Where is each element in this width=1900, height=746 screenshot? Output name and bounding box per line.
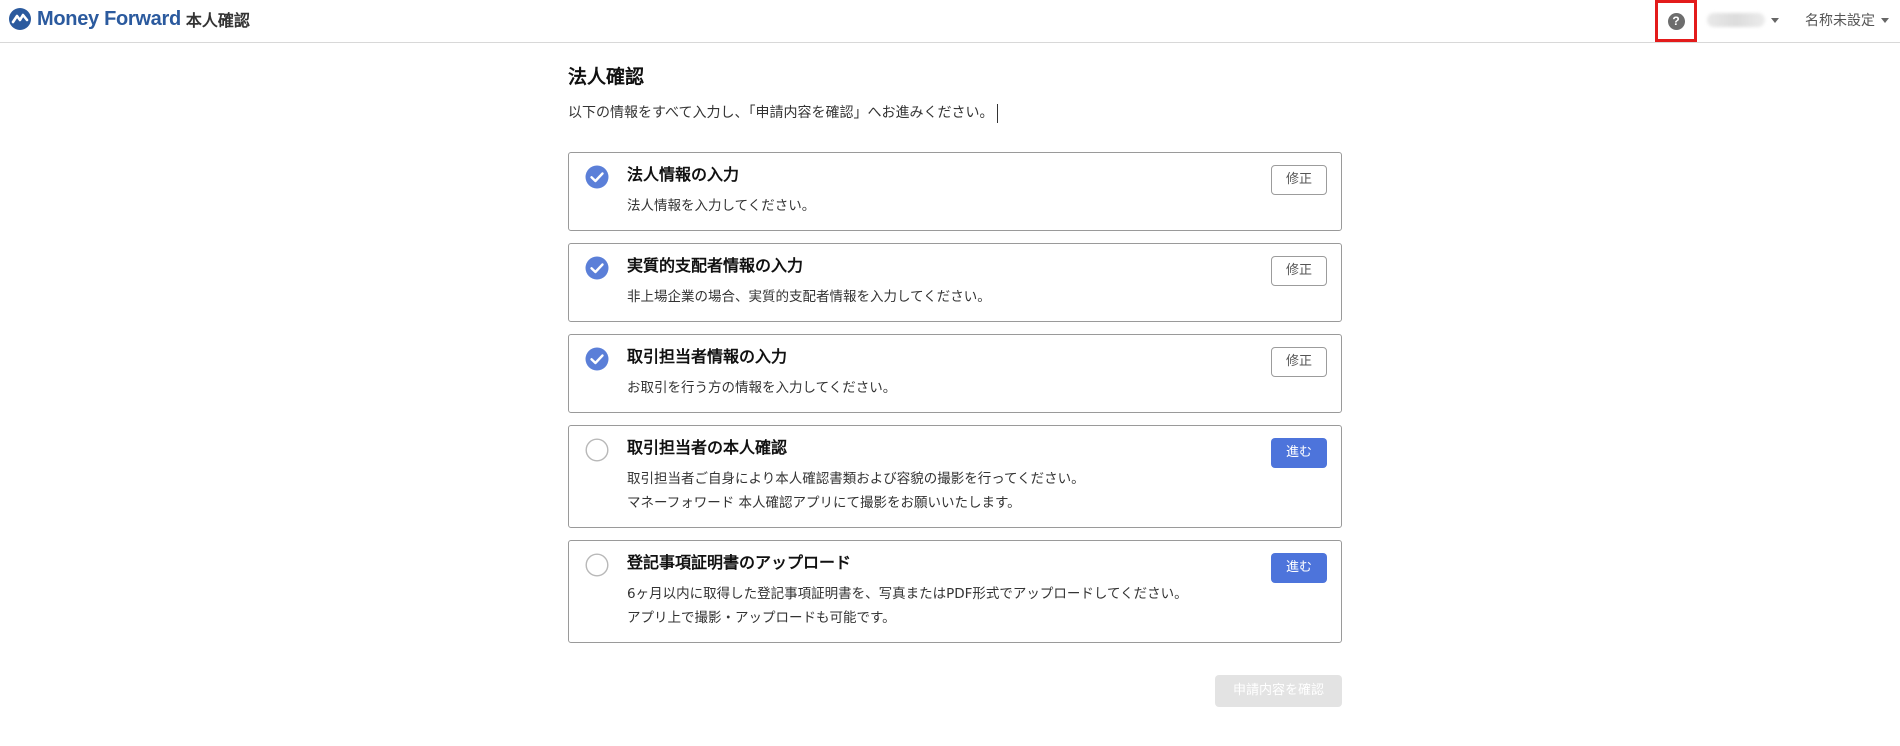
- check-circle-icon: [585, 347, 609, 371]
- chevron-down-icon: [1881, 17, 1889, 23]
- proceed-button[interactable]: 進む: [1271, 553, 1327, 583]
- step-description-line: 取引担当者ご自身により本人確認書類および容貌の撮影を行ってください。: [627, 471, 1085, 487]
- office-name: 名称未設定: [1805, 13, 1875, 29]
- step-description-line: 法人情報を入力してください。: [627, 198, 816, 214]
- account-name-redacted: [1707, 13, 1765, 27]
- step-card-beneficial-owner: 実質的支配者情報の入力 非上場企業の場合、実質的支配者情報を入力してください。 …: [568, 243, 1342, 322]
- office-menu[interactable]: 名称未設定: [1805, 10, 1889, 30]
- brand[interactable]: Money Forward 本人確認: [8, 7, 250, 31]
- step-description: 法人情報を入力してください。: [627, 194, 815, 218]
- step-description-line: 6ヶ月以内に取得した登記事項証明書を、写真またはPDF形式でアップロードしてくだ…: [627, 586, 1188, 602]
- money-forward-logo-icon: [9, 8, 31, 30]
- step-description-line: マネーフォワード 本人確認アプリにて撮影をお願いいたします。: [627, 495, 1021, 511]
- step-title: 取引担当者情報の入力: [627, 347, 788, 366]
- account-menu[interactable]: [1707, 10, 1779, 30]
- lead-text-content: 以下の情報をすべて入力し、「申請内容を確認」へお進みください。: [568, 105, 994, 121]
- step-card-corporate-info: 法人情報の入力 法人情報を入力してください。 修正: [568, 152, 1342, 231]
- help-icon: ?: [1667, 12, 1685, 30]
- help-button[interactable]: ?: [1655, 0, 1697, 42]
- lead-text: 以下の情報をすべて入力し、「申請内容を確認」へお進みください。: [568, 103, 1342, 123]
- text-cursor: [997, 103, 999, 123]
- step-title: 取引担当者の本人確認: [627, 438, 788, 457]
- main-content: 法人確認 以下の情報をすべて入力し、「申請内容を確認」へお進みください。 法人情…: [568, 64, 1342, 707]
- page-title: 法人確認: [568, 66, 645, 88]
- step-card-contact-person: 取引担当者情報の入力 お取引を行う方の情報を入力してください。 修正: [568, 334, 1342, 413]
- confirm-application-button[interactable]: 申請内容を確認: [1215, 675, 1342, 707]
- step-description: 6ヶ月以内に取得した登記事項証明書を、写真またはPDF形式でアップロードしてくだ…: [627, 582, 1188, 630]
- step-description: 非上場企業の場合、実質的支配者情報を入力してください。: [627, 285, 991, 309]
- brand-name: Money Forward: [37, 7, 181, 30]
- empty-circle-icon: [585, 553, 609, 577]
- check-circle-icon: [585, 165, 609, 189]
- proceed-button[interactable]: 進む: [1271, 438, 1327, 468]
- app-header: Money Forward 本人確認 ? 名称未設定: [0, 0, 1900, 43]
- step-description: お取引を行う方の情報を入力してください。: [627, 376, 896, 400]
- step-description-line: アプリ上で撮影・アップロードも可能です。: [627, 610, 896, 626]
- chevron-down-icon: [1771, 17, 1779, 23]
- step-title: 登記事項証明書のアップロード: [627, 553, 852, 572]
- check-circle-icon: [585, 256, 609, 280]
- step-description: 取引担当者ご自身により本人確認書類および容貌の撮影を行ってください。 マネーフォ…: [627, 467, 1085, 515]
- edit-button[interactable]: 修正: [1271, 165, 1327, 195]
- edit-button[interactable]: 修正: [1271, 256, 1327, 286]
- service-name: 本人確認: [185, 11, 250, 30]
- step-description-line: 非上場企業の場合、実質的支配者情報を入力してください。: [627, 289, 991, 305]
- empty-circle-icon: [585, 438, 609, 462]
- edit-button[interactable]: 修正: [1271, 347, 1327, 377]
- step-card-registry-upload: 登記事項証明書のアップロード 6ヶ月以内に取得した登記事項証明書を、写真またはP…: [568, 540, 1342, 643]
- step-description-line: お取引を行う方の情報を入力してください。: [627, 380, 897, 396]
- step-title: 実質的支配者情報の入力: [627, 256, 804, 275]
- step-card-contact-identity: 取引担当者の本人確認 取引担当者ご自身により本人確認書類および容貌の撮影を行って…: [568, 425, 1342, 528]
- step-title: 法人情報の入力: [627, 165, 740, 184]
